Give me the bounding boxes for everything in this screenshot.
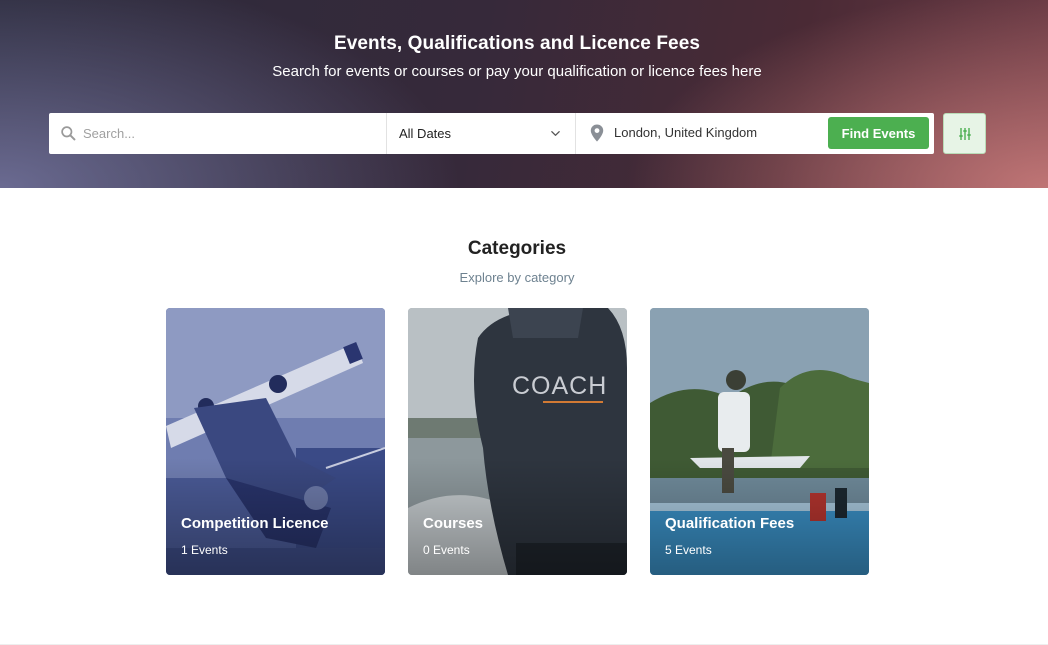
categories-title: Categories <box>467 238 567 259</box>
category-count: 0 Events <box>423 543 470 557</box>
chevron-down-icon <box>551 131 560 136</box>
date-select-value: All Dates <box>399 126 452 141</box>
search-field[interactable] <box>49 113 387 154</box>
category-card-competition-licence[interactable]: Competition Licence 1 Events <box>166 308 385 575</box>
search-input[interactable] <box>83 113 383 154</box>
map-pin-icon <box>590 124 604 142</box>
location-value: London, United Kingdom <box>614 125 758 140</box>
filter-button[interactable] <box>943 113 986 154</box>
category-label: Competition Licence <box>181 515 329 532</box>
svg-text:COACH: COACH <box>512 372 607 400</box>
sliders-icon <box>958 127 971 140</box>
category-card-courses[interactable]: COACH Courses 0 Events <box>408 308 627 575</box>
category-label: Qualification Fees <box>665 515 795 532</box>
category-count: 1 Events <box>181 543 228 557</box>
search-bar: All Dates London, United Kingdom Find Ev… <box>49 113 934 154</box>
date-select[interactable]: All Dates <box>387 113 576 154</box>
category-label: Courses <box>423 515 484 532</box>
category-count: 5 Events <box>665 543 712 557</box>
location-field[interactable]: London, United Kingdom <box>576 113 826 154</box>
category-card-qualification-fees[interactable]: Qualification Fees 5 Events <box>650 308 869 575</box>
page-subtitle: Search for events or courses or pay your… <box>272 63 762 80</box>
search-icon <box>61 126 76 141</box>
page-title: Events, Qualifications and Licence Fees <box>333 33 701 54</box>
find-events-button[interactable]: Find Events <box>828 117 929 149</box>
categories-subtitle: Explore by category <box>459 270 575 285</box>
hero-banner: Events, Qualifications and Licence Fees … <box>0 0 1048 188</box>
